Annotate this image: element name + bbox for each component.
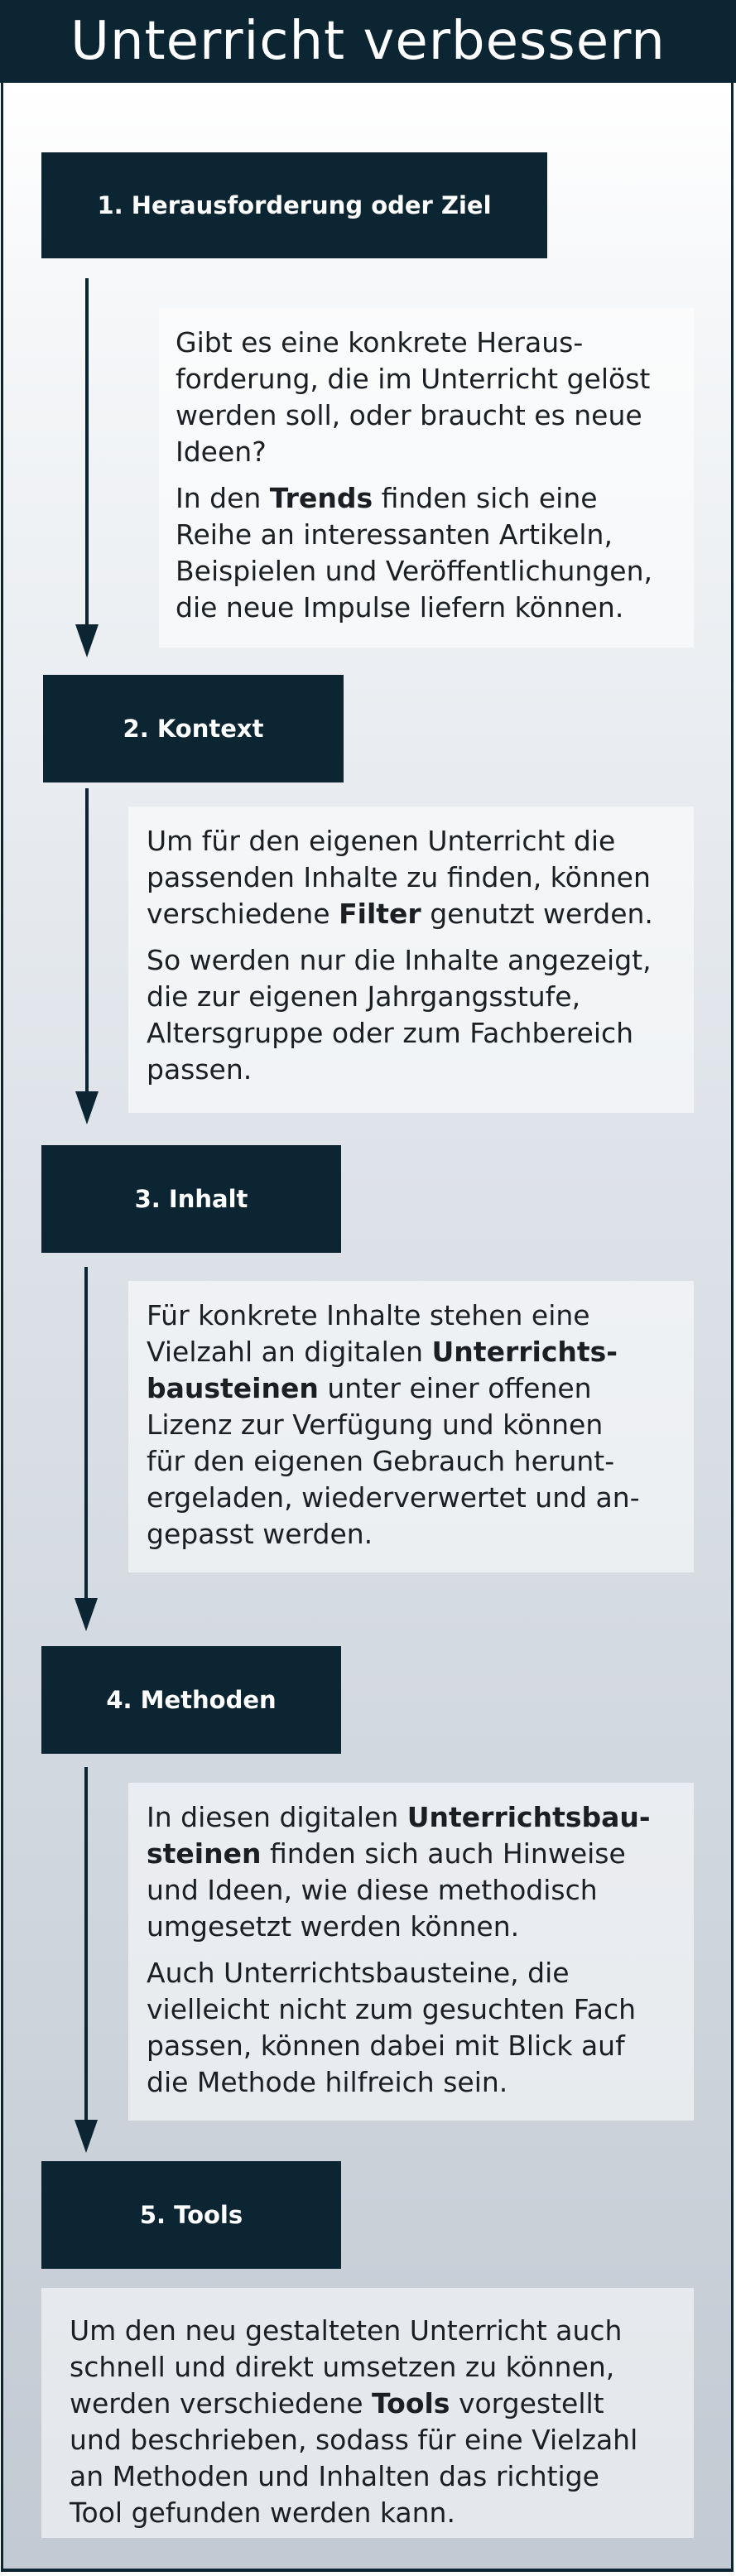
bold-term: Trends: [269, 482, 373, 514]
arrow-down-icon: [75, 278, 99, 657]
step-3-text: Für konkrete Inhalte stehen eine Vielzahl…: [128, 1281, 694, 1572]
arrow-down-icon: [75, 788, 99, 1124]
text-run: Gibt es eine konkrete Heraus-forderung, …: [176, 326, 651, 468]
step-2-label: 2. Kontext: [43, 675, 344, 782]
step-2-text: Um für den eigenen Unterricht die passend…: [128, 807, 694, 1113]
paragraph: In diesen digitalen Unterrichtsbau-stein…: [147, 1799, 677, 1945]
step-1-label: 1. Herausforderung oder Ziel: [41, 152, 547, 258]
step-5-label: 5. Tools: [41, 2161, 341, 2269]
paragraph: Gibt es eine konkrete Heraus-forderung, …: [176, 325, 677, 470]
paragraph: In den Trends finden sich eine Reihe an i…: [176, 480, 677, 626]
paragraph: Für konkrete Inhalte stehen eine Vielzahl…: [147, 1298, 677, 1553]
paragraph: So werden nur die Inhalte angezeigt, die …: [147, 942, 677, 1088]
text-run: Auch Unterrichtsbausteine, die vielleicht…: [147, 1957, 637, 2098]
step-4-text: In diesen digitalen Unterrichtsbau-stein…: [128, 1783, 694, 2121]
bold-term: Filter: [339, 898, 421, 930]
arrow-down-icon: [75, 1267, 98, 1631]
step-1-text: Gibt es eine konkrete Heraus-forderung, …: [159, 308, 694, 648]
text-run: In den: [176, 482, 270, 514]
paragraph: Um für den eigenen Unterricht die passend…: [147, 823, 677, 932]
text-run: So werden nur die Inhalte angezeigt, die …: [147, 944, 652, 1086]
page-title: Unterricht verbessern: [70, 11, 666, 72]
text-run: genutzt werden.: [421, 898, 653, 930]
bold-term: Tools: [372, 2387, 450, 2420]
text-run: In diesen digitalen: [147, 1801, 407, 1833]
arrow-down-icon: [75, 1767, 98, 2153]
step-5-text: Um den neu gestalteten Unterricht auch sc…: [41, 2288, 694, 2538]
step-4-label: 4. Methoden: [41, 1646, 341, 1754]
paragraph: Um den neu gestalteten Unterricht auch sc…: [70, 2313, 674, 2531]
paragraph: Auch Unterrichtsbausteine, die vielleicht…: [147, 1955, 677, 2101]
step-3-label: 3. Inhalt: [41, 1145, 341, 1253]
title-bar: Unterricht verbessern: [0, 0, 736, 83]
